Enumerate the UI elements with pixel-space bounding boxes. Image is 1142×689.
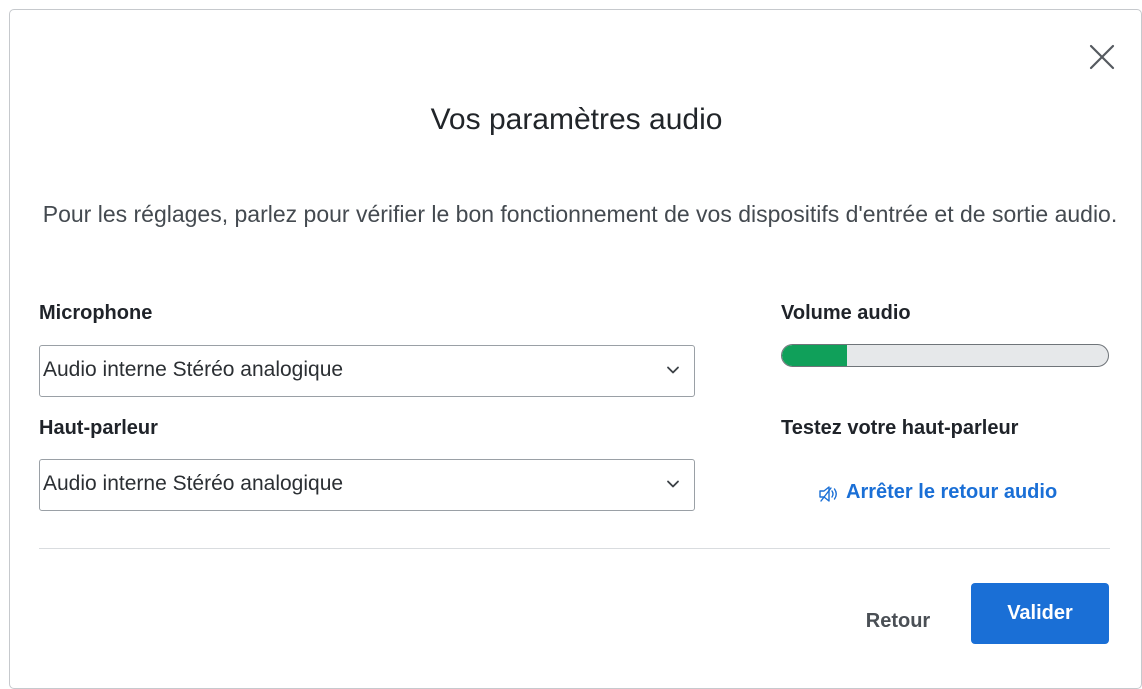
microphone-label: Microphone	[39, 302, 153, 324]
close-icon	[1089, 44, 1115, 70]
dialog-title: Vos paramètres audio	[430, 103, 723, 136]
microphone-select[interactable]: Audio interne Stéréo analogique	[39, 345, 695, 397]
volume-meter	[781, 344, 1109, 367]
speaker-icon	[819, 485, 837, 502]
footer-divider	[39, 548, 1110, 549]
dialog-description: Pour les réglages, parlez pour vérifier …	[42, 201, 1118, 227]
speaker-label: Haut-parleur	[39, 417, 158, 439]
audio-settings-dialog: Vos paramètres audio Pour les réglages, …	[9, 9, 1142, 689]
speaker-select[interactable]: Audio interne Stéréo analogique	[39, 459, 695, 511]
volume-label: Volume audio	[781, 302, 911, 324]
speaker-selected-value: Audio interne Stéréo analogique	[43, 472, 344, 495]
volume-meter-fill	[782, 345, 848, 366]
stop-audio-feedback-link[interactable]: Arrêter le retour audio	[818, 477, 1057, 507]
microphone-selected-value: Audio interne Stéréo analogique	[43, 358, 344, 381]
validate-button[interactable]: Valider	[971, 583, 1109, 644]
stop-audio-feedback-label: Arrêter le retour audio	[846, 480, 1058, 503]
back-button[interactable]: Retour	[848, 600, 948, 642]
speaker-test-label: Testez votre haut-parleur	[781, 417, 1019, 439]
chevron-down-icon	[667, 480, 679, 488]
close-button[interactable]	[1085, 40, 1119, 74]
chevron-down-icon	[667, 366, 679, 374]
